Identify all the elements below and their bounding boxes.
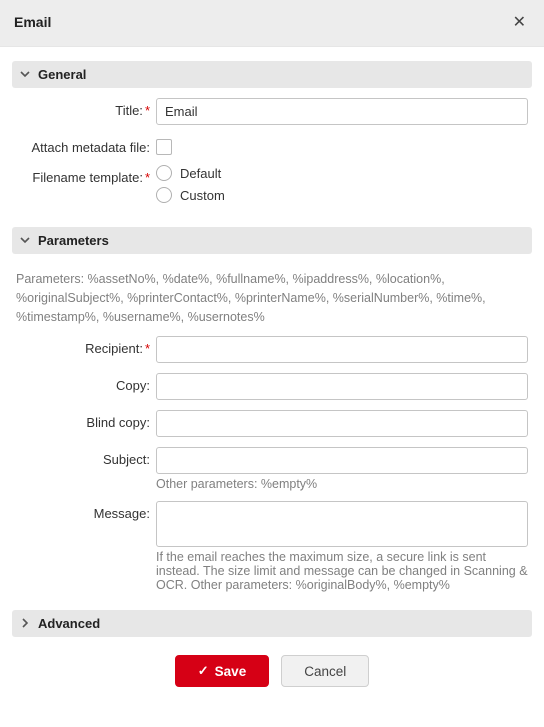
- save-label: Save: [215, 664, 247, 679]
- dialog-title: Email: [14, 14, 51, 30]
- section-advanced-title: Advanced: [38, 616, 100, 631]
- row-recipient: Recipient:*: [16, 336, 528, 363]
- section-general-title: General: [38, 67, 86, 82]
- required-marker: *: [145, 341, 150, 356]
- required-marker: *: [145, 103, 150, 118]
- chevron-right-icon: [20, 616, 30, 631]
- recipient-input[interactable]: [156, 336, 528, 363]
- section-general-toggle[interactable]: General: [12, 61, 532, 88]
- recipient-label: Recipient:*: [16, 336, 156, 356]
- filename-default-radio[interactable]: [156, 165, 172, 181]
- cancel-label: Cancel: [304, 664, 346, 679]
- section-advanced: Advanced: [12, 610, 532, 637]
- section-parameters-title: Parameters: [38, 233, 109, 248]
- filename-custom-label: Custom: [180, 188, 225, 203]
- dialog-header: Email ✕: [0, 0, 544, 47]
- save-button[interactable]: Save: [175, 655, 269, 687]
- close-icon: ✕: [513, 14, 526, 31]
- parameters-help-text: Parameters: %assetNo%, %date%, %fullname…: [16, 270, 528, 326]
- section-general: General Title:* Attach metadata file: F: [12, 61, 532, 209]
- subject-input[interactable]: [156, 447, 528, 474]
- dialog-footer: Save Cancel: [12, 647, 532, 687]
- radio-row-custom: Custom: [156, 187, 528, 203]
- close-button[interactable]: ✕: [509, 10, 530, 34]
- copy-label: Copy:: [16, 373, 156, 393]
- section-parameters-content: Parameters: %assetNo%, %date%, %fullname…: [12, 254, 532, 592]
- section-parameters: Parameters Parameters: %assetNo%, %date%…: [12, 227, 532, 592]
- row-blind-copy: Blind copy:: [16, 410, 528, 437]
- required-marker: *: [145, 170, 150, 185]
- attach-metadata-label: Attach metadata file:: [16, 135, 156, 155]
- blind-copy-label: Blind copy:: [16, 410, 156, 430]
- row-subject: Subject: Other parameters: %empty%: [16, 447, 528, 491]
- check-icon: [198, 663, 209, 679]
- section-advanced-toggle[interactable]: Advanced: [12, 610, 532, 637]
- section-general-content: Title:* Attach metadata file: Filename t…: [12, 88, 532, 209]
- section-parameters-toggle[interactable]: Parameters: [12, 227, 532, 254]
- title-label: Title:*: [16, 98, 156, 118]
- row-title: Title:*: [16, 98, 528, 125]
- copy-input[interactable]: [156, 373, 528, 400]
- message-label: Message:: [16, 501, 156, 521]
- row-filename-template: Filename template:* Default Custom: [16, 165, 528, 209]
- filename-custom-radio[interactable]: [156, 187, 172, 203]
- chevron-down-icon: [20, 67, 30, 82]
- radio-row-default: Default: [156, 165, 528, 181]
- row-attach-metadata: Attach metadata file:: [16, 135, 528, 155]
- attach-metadata-checkbox[interactable]: [156, 139, 172, 155]
- row-message: Message: If the email reaches the maximu…: [16, 501, 528, 592]
- message-input[interactable]: [156, 501, 528, 547]
- filename-template-label: Filename template:*: [16, 165, 156, 185]
- message-help: If the email reaches the maximum size, a…: [156, 550, 528, 592]
- filename-default-label: Default: [180, 166, 221, 181]
- title-input[interactable]: [156, 98, 528, 125]
- row-copy: Copy:: [16, 373, 528, 400]
- subject-label: Subject:: [16, 447, 156, 467]
- cancel-button[interactable]: Cancel: [281, 655, 369, 687]
- blind-copy-input[interactable]: [156, 410, 528, 437]
- subject-help: Other parameters: %empty%: [156, 477, 528, 491]
- dialog-body: General Title:* Attach metadata file: F: [0, 47, 544, 707]
- chevron-down-icon: [20, 233, 30, 248]
